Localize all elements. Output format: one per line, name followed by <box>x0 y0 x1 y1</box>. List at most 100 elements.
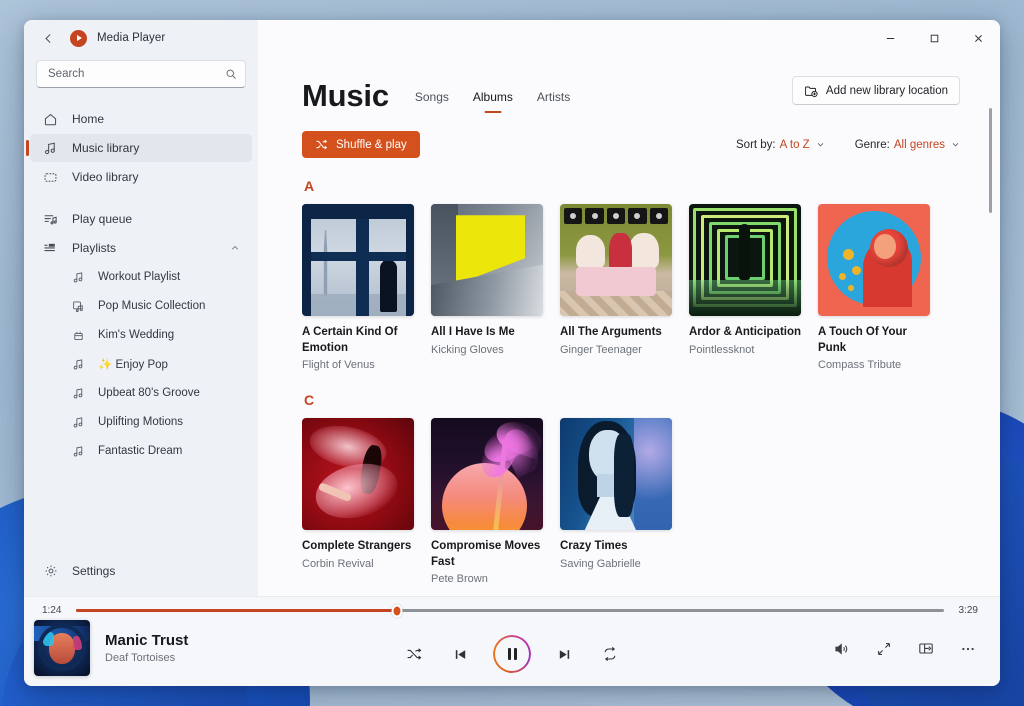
play-pause-button[interactable] <box>493 635 531 673</box>
sidebar-playlist-workout-playlist[interactable]: Workout Playlist <box>30 263 252 291</box>
page-title: Music <box>302 80 389 111</box>
main-content: Add new library location Music Songs Alb… <box>258 56 1000 593</box>
album-art <box>689 204 801 316</box>
nav-divider <box>30 192 252 204</box>
sidebar-item-settings[interactable]: Settings <box>30 557 252 585</box>
minimize-button[interactable] <box>868 20 912 56</box>
sidebar-footer: Settings <box>24 556 258 596</box>
back-arrow-icon <box>42 32 55 45</box>
previous-track-button[interactable] <box>447 641 473 667</box>
album-card[interactable]: All I Have Is Me Kicking Gloves <box>431 204 543 372</box>
more-options-button[interactable] <box>958 639 978 659</box>
cast-button[interactable] <box>916 639 936 659</box>
album-card[interactable]: A Certain Kind Of Emotion Flight of Venu… <box>302 204 414 372</box>
album-art <box>431 204 543 316</box>
sidebar-playlist-upbeat-80s-groove[interactable]: Upbeat 80's Groove <box>30 379 252 407</box>
sidebar-item-video-library[interactable]: Video library <box>30 163 252 191</box>
music-note-icon <box>70 443 86 459</box>
shuffle-button[interactable] <box>401 641 427 667</box>
volume-button[interactable] <box>832 639 852 659</box>
sidebar-item-home[interactable]: Home <box>30 105 252 133</box>
tab-albums[interactable]: Albums <box>473 90 513 113</box>
sidebar-playlist-enjoy-pop[interactable]: ✨ Enjoy Pop <box>30 350 252 378</box>
shuffle-icon <box>406 646 422 662</box>
sidebar-item-label: Home <box>72 112 104 126</box>
maximize-button[interactable] <box>912 20 956 56</box>
tabs: Songs Albums Artists <box>415 80 570 113</box>
search-container: Search <box>24 56 258 98</box>
previous-track-icon <box>453 647 468 662</box>
media-player-window: Media Player Search Home <box>24 20 1000 686</box>
album-card[interactable]: Complete Strangers Corbin Revival <box>302 418 414 586</box>
close-button[interactable] <box>956 20 1000 56</box>
sidebar-playlist-fantastic-dream[interactable]: Fantastic Dream <box>30 437 252 465</box>
shuffle-and-play-button[interactable]: Shuffle & play <box>302 131 420 158</box>
album-card[interactable]: Compromise Moves Fast Pete Brown <box>431 418 543 586</box>
sidebar-item-play-queue[interactable]: Play queue <box>30 205 252 233</box>
repeat-button[interactable] <box>597 641 623 667</box>
album-title: All The Arguments <box>560 325 672 341</box>
playlist-label: Pop Music Collection <box>98 300 205 312</box>
album-artist: Pete Brown <box>431 572 543 586</box>
sidebar-playlist-uplifting-motions[interactable]: Uplifting Motions <box>30 408 252 436</box>
album-card[interactable]: Crazy Times Saving Gabrielle <box>560 418 672 586</box>
album-title: A Touch Of Your Punk <box>818 325 930 356</box>
chevron-up-icon[interactable] <box>230 243 240 253</box>
more-options-icon <box>960 641 976 657</box>
add-library-label: Add new library location <box>826 85 948 97</box>
next-track-button[interactable] <box>551 641 577 667</box>
playlist-label: Kim's Wedding <box>98 329 174 341</box>
sidebar-item-playlists[interactable]: Playlists <box>30 234 252 262</box>
chevron-down-icon <box>816 140 825 149</box>
album-card[interactable]: Ardor & Anticipation Pointlessknot <box>689 204 801 372</box>
playlist-label: Fantastic Dream <box>98 445 182 457</box>
duration-time: 3:29 <box>954 605 978 616</box>
group-letter-c: C <box>304 392 960 408</box>
shuffle-icon <box>315 138 328 151</box>
album-art <box>818 204 930 316</box>
play-queue-icon <box>42 211 59 228</box>
window-controls <box>258 20 1000 56</box>
albums-scroll-area[interactable]: A A Certain Kind Of E <box>302 158 960 593</box>
sidebar-playlist-pop-music-collection[interactable]: Pop Music Collection <box>30 292 252 320</box>
tab-songs[interactable]: Songs <box>415 90 449 113</box>
search-input[interactable]: Search <box>36 60 246 88</box>
add-folder-icon <box>804 84 818 98</box>
group-letter-a: A <box>304 178 960 194</box>
genre-filter[interactable]: Genre: All genres <box>855 139 960 151</box>
home-icon <box>42 111 59 128</box>
window-body: Media Player Search Home <box>24 20 1000 596</box>
music-note-icon <box>70 414 86 430</box>
sidebar-item-music-library[interactable]: Music library <box>30 134 252 162</box>
vertical-scrollbar[interactable] <box>989 108 992 213</box>
album-artist: Flight of Venus <box>302 358 414 372</box>
playlist-music-icon <box>70 298 86 314</box>
repeat-icon <box>602 646 618 662</box>
add-new-library-location-button[interactable]: Add new library location <box>792 76 960 105</box>
sidebar: Media Player Search Home <box>24 20 258 596</box>
back-button[interactable] <box>36 26 60 50</box>
fullscreen-icon <box>876 641 892 657</box>
search-icon <box>225 68 237 80</box>
now-playing-text: Manic Trust Deaf Tortoises <box>105 632 188 664</box>
album-title: A Certain Kind Of Emotion <box>302 325 414 356</box>
sort-by-filter[interactable]: Sort by: A to Z <box>736 139 825 151</box>
elapsed-time: 1:24 <box>42 605 66 616</box>
volume-icon <box>834 641 850 657</box>
app-title: Media Player <box>97 32 165 44</box>
fullscreen-button[interactable] <box>874 639 894 659</box>
sidebar-item-label: Video library <box>72 170 138 184</box>
album-artist: Kicking Gloves <box>431 343 543 357</box>
album-card[interactable]: All The Arguments Ginger Teenager <box>560 204 672 372</box>
seek-thumb[interactable] <box>392 604 403 617</box>
album-title: All I Have Is Me <box>431 325 543 341</box>
seek-slider[interactable] <box>76 609 944 612</box>
now-playing[interactable]: Manic Trust Deaf Tortoises <box>34 620 188 676</box>
sidebar-playlist-kims-wedding[interactable]: Kim's Wedding <box>30 321 252 349</box>
album-artist: Pointlessknot <box>689 343 801 357</box>
next-track-icon <box>557 647 572 662</box>
tab-artists[interactable]: Artists <box>537 90 570 113</box>
album-card[interactable]: A Touch Of Your Punk Compass Tribute <box>818 204 930 372</box>
sidebar-item-label: Settings <box>72 564 115 578</box>
album-art <box>560 418 672 530</box>
